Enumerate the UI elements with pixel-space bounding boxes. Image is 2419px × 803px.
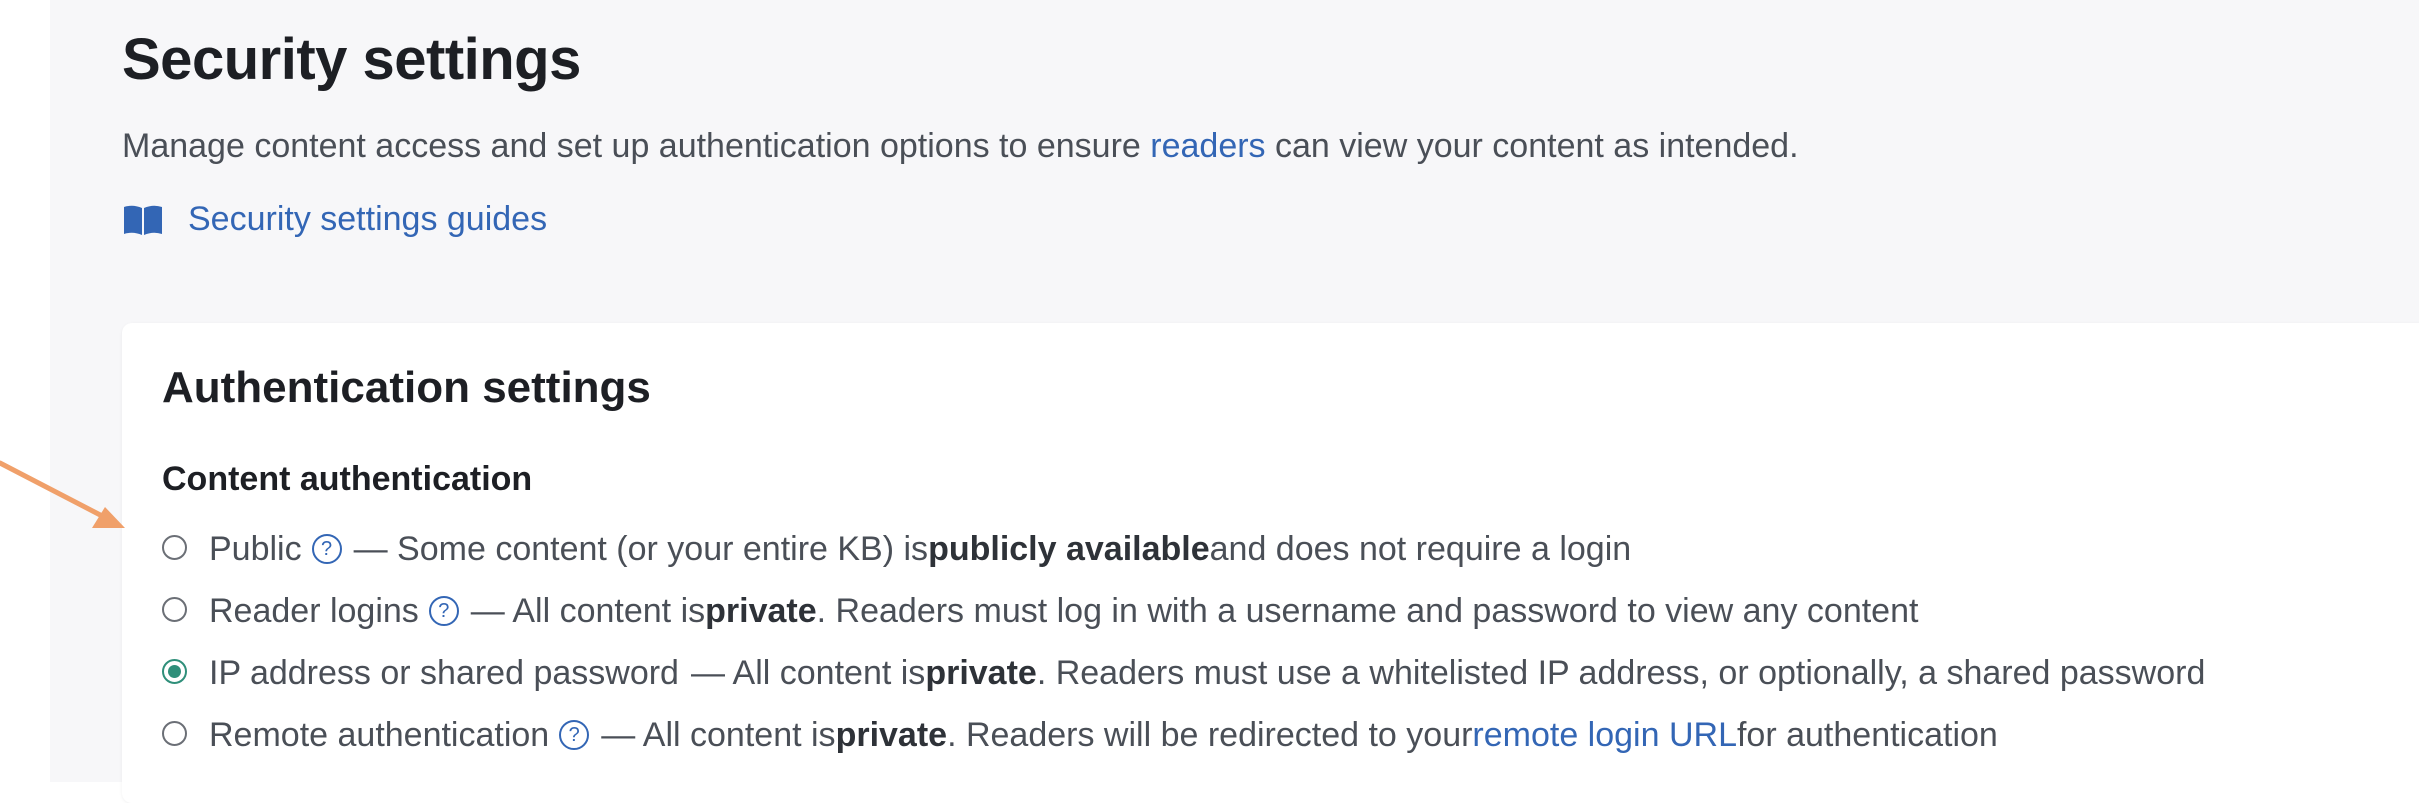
option-label: Remote authentication	[209, 715, 550, 754]
annotation-arrow-icon	[0, 460, 125, 528]
question-circle-icon[interactable]: ?	[311, 534, 342, 564]
page-title: Security settings	[122, 27, 581, 92]
option-remote-authentication[interactable]: Remote authentication ? — All content is…	[162, 704, 2205, 766]
option-text-end: and does not require a login	[1209, 529, 1632, 568]
option-text-mid: . Readers will be redirected to your	[947, 715, 1473, 754]
option-label: IP address or shared password	[209, 653, 679, 692]
auth-options: Public ? — Some content (or your entire …	[162, 518, 2205, 766]
option-bold: publicly available	[928, 529, 1210, 568]
option-label: Reader logins	[209, 591, 419, 630]
guides-label: Security settings guides	[188, 200, 548, 238]
option-text: — All content is	[690, 653, 926, 692]
option-text: — All content is	[601, 715, 836, 754]
main-content: Security settings Manage content access …	[50, 0, 2419, 803]
option-bold: private	[705, 591, 817, 630]
option-bold: private	[925, 653, 1037, 692]
option-text-end: for authentication	[1736, 715, 1998, 754]
remote-login-url-link[interactable]: remote login URL	[1472, 716, 1737, 755]
option-bold: private	[835, 715, 948, 754]
question-circle-icon[interactable]: ?	[559, 720, 590, 750]
option-text-end: . Readers must log in with a username an…	[816, 591, 1919, 630]
option-reader-logins[interactable]: Reader logins ? — All content is private…	[162, 580, 2205, 642]
option-public[interactable]: Public ? — Some content (or your entire …	[162, 518, 2205, 580]
content-authentication-label: Content authentication	[162, 460, 533, 498]
option-label: Public	[209, 529, 302, 568]
page-description: Manage content access and set up authent…	[122, 127, 1799, 166]
book-open-icon	[124, 205, 162, 235]
radio-remote-authentication[interactable]	[162, 720, 187, 746]
description-text-end: can view your content as intended.	[1265, 127, 1799, 165]
option-ip-address[interactable]: IP address or shared password — All cont…	[162, 642, 2205, 704]
radio-reader-logins[interactable]	[162, 596, 187, 622]
question-circle-icon[interactable]: ?	[428, 596, 459, 626]
security-guides-link[interactable]: Security settings guides	[122, 200, 547, 239]
option-text: — All content is	[470, 591, 706, 630]
readers-link[interactable]: readers	[1150, 127, 1265, 165]
option-text: — Some content (or your entire KB) is	[353, 529, 929, 568]
description-text: Manage content access and set up authent…	[122, 127, 1151, 165]
radio-ip-address[interactable]	[162, 658, 187, 684]
option-text-end: . Readers must use a whitelisted IP addr…	[1036, 653, 2206, 692]
radio-public[interactable]	[162, 534, 187, 560]
authentication-settings-card: Authentication settings Content authenti…	[122, 323, 2419, 803]
card-title: Authentication settings	[162, 363, 651, 412]
